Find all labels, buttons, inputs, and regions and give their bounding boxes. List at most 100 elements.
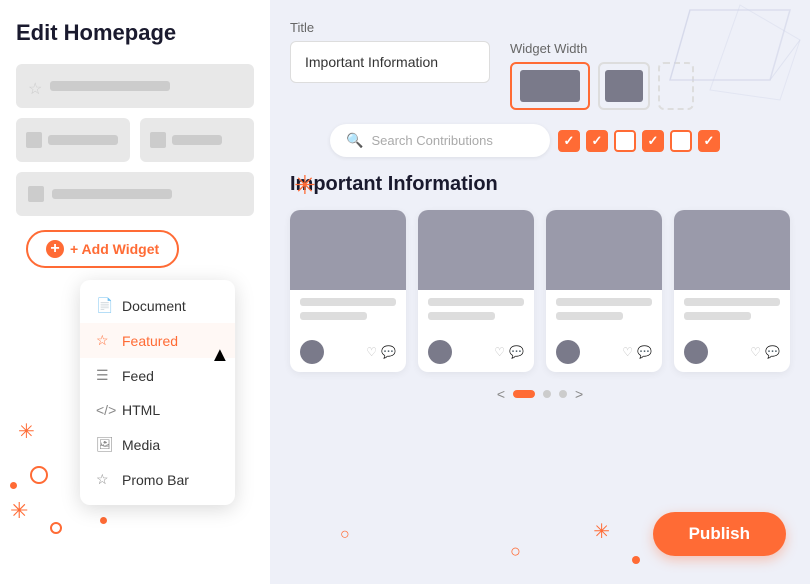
width-options [510, 62, 694, 110]
heart-icon[interactable]: ♡ [366, 345, 377, 359]
dropdown-item-media[interactable]: 🖼 Media [80, 427, 235, 462]
card-footer-3: ♡ 💬 [546, 334, 662, 372]
widget-skeleton-2 [16, 118, 254, 162]
pag-dot-2[interactable] [543, 390, 551, 398]
card-avatar-2 [428, 340, 452, 364]
heart-icon[interactable]: ♡ [750, 345, 761, 359]
deco-dot-bottom [632, 556, 640, 564]
search-box[interactable]: 🔍 Search Contributions [330, 124, 550, 157]
card-3: ♡ 💬 [546, 210, 662, 372]
skel-line [172, 135, 222, 145]
checkbox-2[interactable] [586, 130, 608, 152]
card-image-2 [418, 210, 534, 290]
card-line [428, 312, 495, 320]
card-actions-1: ♡ 💬 [366, 345, 396, 359]
skel-icon [26, 132, 42, 148]
deco-dot-1 [10, 482, 17, 489]
card-line [684, 312, 751, 320]
title-section: Title Widget Width [290, 20, 790, 110]
deco-dot-2 [100, 517, 107, 524]
page-title: Edit Homepage [16, 20, 254, 46]
pag-dot-3[interactable] [559, 390, 567, 398]
deco-asterisk-bottom: ✳ [593, 519, 610, 544]
search-filter-row: 🔍 Search Contributions [330, 124, 790, 157]
card-avatar-1 [300, 340, 324, 364]
dropdown-label-featured: Featured [122, 333, 178, 349]
width-option-medium[interactable] [598, 62, 650, 110]
dropdown-item-document[interactable]: 📄 Document [80, 288, 235, 323]
widget-width-label: Widget Width [510, 41, 694, 56]
comment-icon[interactable]: 💬 [509, 345, 524, 359]
card-footer-4: ♡ 💬 [674, 334, 790, 372]
pag-dot-1[interactable] [513, 390, 535, 398]
card-image-4 [674, 210, 790, 290]
title-input-row: Widget Width [290, 41, 790, 110]
card-body-4 [674, 290, 790, 334]
card-line [556, 298, 652, 306]
card-avatar-4 [684, 340, 708, 364]
media-icon: 🖼 [96, 436, 112, 453]
deco-asterisk-right: ✳ [294, 170, 316, 201]
heart-icon[interactable]: ♡ [622, 345, 633, 359]
search-placeholder: Search Contributions [371, 133, 492, 148]
card-line [556, 312, 623, 320]
publish-button[interactable]: Publish [653, 512, 786, 556]
card-line [300, 312, 367, 320]
card-avatar-3 [556, 340, 580, 364]
deco-circle-outline-bottom: ○ [340, 526, 350, 544]
card-actions-4: ♡ 💬 [750, 345, 780, 359]
checkbox-1[interactable] [558, 130, 580, 152]
card-footer-2: ♡ 💬 [418, 334, 534, 372]
card-image-3 [546, 210, 662, 290]
card-body-1 [290, 290, 406, 334]
heart-icon[interactable]: ♡ [494, 345, 505, 359]
dropdown-label-html: HTML [122, 402, 160, 418]
dropdown-item-html[interactable]: </> HTML [80, 393, 235, 427]
star-icon: ☆ [96, 332, 112, 349]
add-widget-button[interactable]: + + Add Widget [26, 230, 179, 268]
comment-icon[interactable]: 💬 [637, 345, 652, 359]
width-option-small[interactable] [658, 62, 694, 110]
width-large-inner [520, 70, 580, 102]
skel-icon [150, 132, 166, 148]
card-actions-2: ♡ 💬 [494, 345, 524, 359]
dropdown-item-promo-bar[interactable]: ☆ Promo Bar [80, 462, 235, 497]
checkbox-6[interactable] [698, 130, 720, 152]
dropdown-item-feed[interactable]: ☰ Feed [80, 358, 235, 393]
widget-skeleton-1: ☆ [16, 64, 254, 108]
right-panel: Title Widget Width ✳ 🔍 [270, 0, 810, 584]
card-footer-1: ♡ 💬 [290, 334, 406, 372]
width-medium-inner [605, 70, 643, 102]
dropdown-item-featured[interactable]: ☆ Featured [80, 323, 235, 358]
next-arrow[interactable]: > [575, 386, 583, 402]
checkbox-3[interactable] [614, 130, 636, 152]
card-1: ♡ 💬 [290, 210, 406, 372]
card-4: ♡ 💬 [674, 210, 790, 372]
plus-icon: + [46, 240, 64, 258]
skel-icon [28, 186, 44, 202]
checkbox-4[interactable] [642, 130, 664, 152]
skel-line [48, 135, 118, 145]
skel-line [52, 189, 172, 199]
card-image-1 [290, 210, 406, 290]
card-body-2 [418, 290, 534, 334]
dropdown-menu: 📄 Document ☆ Featured ☰ Feed </> HTML 🖼 … [80, 280, 235, 505]
search-icon: 🔍 [346, 132, 363, 149]
left-panel: Edit Homepage ☆ + + Add Widget 📄 Documen… [0, 0, 270, 584]
card-line [300, 298, 396, 306]
widget-half-2 [140, 118, 254, 162]
widget-section-title: Important Information [290, 173, 790, 196]
pagination: < > [290, 386, 790, 402]
prev-arrow[interactable]: < [497, 386, 505, 402]
deco-circle-2 [50, 522, 62, 534]
width-option-large[interactable] [510, 62, 590, 110]
dropdown-label-media: Media [122, 437, 160, 453]
skel-line [50, 81, 170, 91]
comment-icon[interactable]: 💬 [765, 345, 780, 359]
title-input[interactable] [290, 41, 490, 83]
dropdown-label-promo-bar: Promo Bar [122, 472, 189, 488]
comment-icon[interactable]: 💬 [381, 345, 396, 359]
checkbox-5[interactable] [670, 130, 692, 152]
card-line [684, 298, 780, 306]
deco-circle-outline-2: ○ [510, 541, 521, 562]
